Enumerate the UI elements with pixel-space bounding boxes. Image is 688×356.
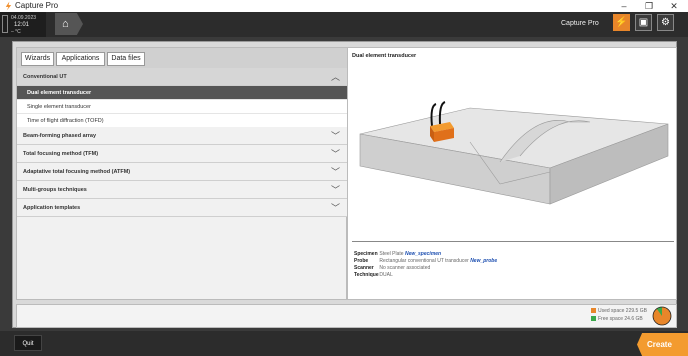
preview-panel: Dual element transducer Specimen Steel P… [347, 47, 677, 300]
bolt-icon: ⚡ [615, 17, 628, 28]
steel-plate-icon [359, 107, 669, 205]
wizard-panel: Wizards Applications Data files Conventi… [16, 47, 348, 300]
specimen-row: Specimen Steel Plate New_specimen [354, 251, 441, 257]
scanner-row: Scanner No scanner associated [354, 265, 430, 271]
create-button[interactable]: Create [637, 333, 688, 356]
window-title: Capture Pro [15, 1, 59, 10]
probe-label: Probe [354, 258, 369, 264]
close-button[interactable]: ✕ [662, 0, 686, 12]
group-label: Conventional UT [23, 74, 67, 80]
tab-data-files[interactable]: Data files [107, 52, 145, 66]
window-titlebar: Capture Pro – ❐ ✕ [0, 0, 688, 12]
tab-applications[interactable]: Applications [56, 52, 105, 66]
scanner-label: Scanner [354, 265, 374, 271]
clock-temperature: – °C [11, 29, 21, 35]
group-phased-array[interactable]: Beam-forming phased array ﹀ [17, 127, 348, 145]
free-swatch [591, 316, 596, 322]
group-multi-groups[interactable]: Multi-groups techniques ﹀ [17, 181, 348, 199]
divider [352, 241, 674, 242]
technique-row: Technique DUAL [354, 272, 393, 278]
3d-viewer[interactable] [350, 64, 676, 242]
chevron-down-icon: ﹀ [330, 131, 340, 141]
chevron-down-icon: ﹀ [330, 167, 340, 177]
chevron-down-icon: ﹀ [330, 149, 340, 159]
group-application-templates[interactable]: Application templates ﹀ [17, 199, 348, 217]
app-logo-icon [5, 1, 12, 11]
battery-icon [2, 15, 8, 33]
probe-row: Probe Rectangular conventional UT transd… [354, 258, 497, 264]
chevron-down-icon: ﹀ [330, 185, 340, 195]
scanner-value: No scanner associated [379, 265, 431, 271]
tab-wizards[interactable]: Wizards [21, 52, 54, 66]
group-label: Application templates [23, 205, 81, 211]
technique-value: DUAL [379, 272, 393, 278]
group-label: Total focusing method (TFM) [23, 151, 99, 157]
clock-time: 12:01 [14, 22, 30, 28]
probe-link[interactable]: New_probe [470, 258, 497, 264]
chevron-up-icon: ︿ [330, 72, 340, 82]
group-label: Adaptative total focusing method (ATFM) [23, 169, 131, 175]
home-icon: ⌂ [62, 18, 69, 30]
status-clock: 04.09.2023 12:01 – °C [0, 12, 46, 37]
specimen-label: Specimen [354, 251, 378, 257]
used-space: Used space 229.5 GB [591, 308, 647, 314]
status-bar [16, 304, 677, 328]
specimen-value: Steel Plate [379, 251, 404, 257]
image-icon: ▣ [638, 17, 649, 28]
used-space-text: Used space 229.5 GB [598, 308, 647, 314]
image-button[interactable]: ▣ [635, 14, 652, 31]
group-tfm[interactable]: Total focusing method (TFM) ﹀ [17, 145, 348, 163]
technique-label: Technique [354, 272, 379, 278]
maximize-button[interactable]: ❐ [637, 0, 661, 12]
probe-value: Rectangular conventional UT transducer [379, 258, 469, 264]
clock-date: 04.09.2023 [11, 15, 37, 21]
disk-usage-pie [652, 306, 672, 326]
bottom-bar [0, 331, 688, 356]
item-tofd[interactable]: Time of flight diffraction (TOFD) [17, 114, 348, 128]
gear-icon: ⚙ [661, 17, 670, 28]
group-label: Multi-groups techniques [23, 187, 87, 193]
group-label: Beam-forming phased array [23, 133, 97, 139]
specimen-link[interactable]: New_specimen [405, 251, 441, 257]
group-atfm[interactable]: Adaptative total focusing method (ATFM) ﹀ [17, 163, 348, 181]
preview-title: Dual element transducer [352, 53, 417, 59]
quit-button[interactable]: Quit [14, 335, 42, 351]
app-label: Capture Pro [561, 20, 599, 27]
used-swatch [591, 308, 596, 314]
settings-button[interactable]: ⚙ [657, 14, 674, 31]
item-single-element[interactable]: Single element transducer [17, 100, 348, 114]
item-dual-element[interactable]: Dual element transducer [17, 86, 348, 100]
minimize-button[interactable]: – [612, 0, 636, 12]
capture-mode-button[interactable]: ⚡ [613, 14, 630, 31]
tab-strip: Wizards Applications Data files [17, 48, 348, 68]
chevron-down-icon: ﹀ [330, 203, 340, 213]
free-space: Free space 24.6 GB [591, 316, 643, 322]
free-space-text: Free space 24.6 GB [598, 316, 643, 322]
group-conventional-ut[interactable]: Conventional UT ︿ [17, 68, 348, 86]
